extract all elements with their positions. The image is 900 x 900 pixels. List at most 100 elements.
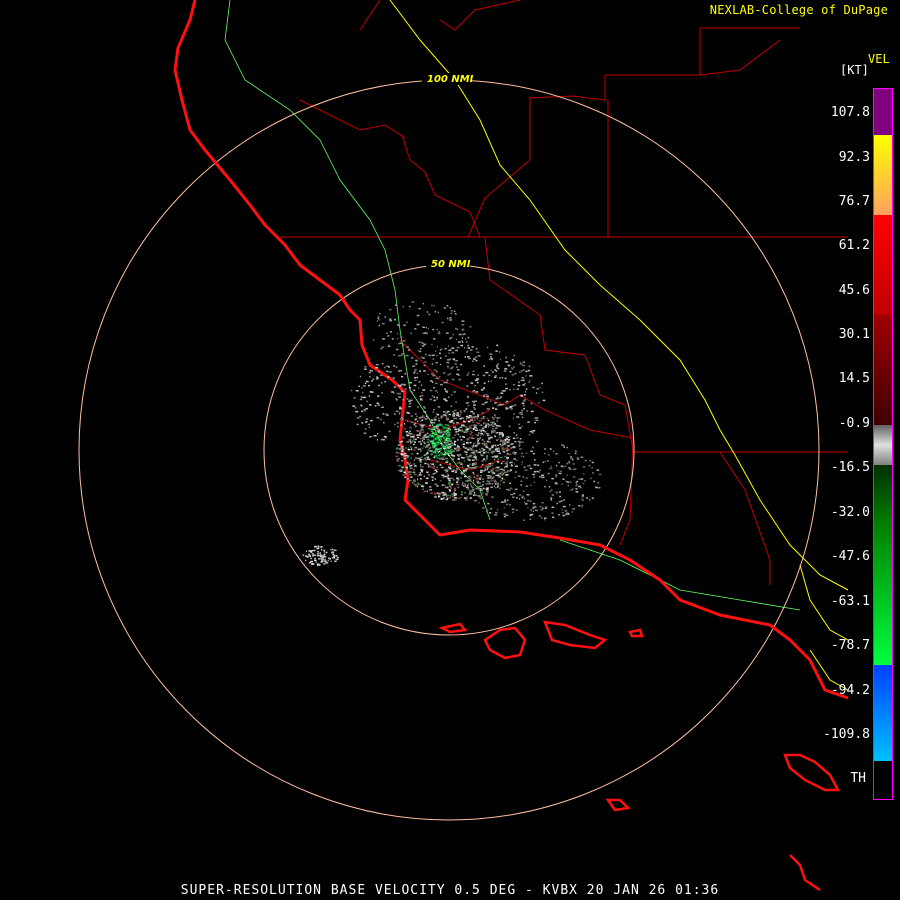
echo-pixel	[461, 324, 465, 326]
echo-pixel	[552, 516, 555, 519]
echo-pixel	[418, 474, 422, 476]
echo-pixel	[432, 467, 435, 470]
echo-pixel	[462, 341, 464, 343]
echo-pixel	[401, 445, 404, 448]
echo-pixel	[436, 448, 440, 450]
echo-pixel	[583, 473, 585, 475]
echo-pixel	[479, 478, 482, 480]
echo-pixel	[449, 428, 451, 431]
echo-pixel	[437, 391, 439, 394]
echo-pixel	[416, 420, 419, 422]
echo-pixel	[431, 476, 434, 478]
echo-pixel	[516, 459, 518, 462]
echo-pixel	[406, 461, 409, 464]
echo-pixel	[366, 420, 368, 423]
echo-pixel	[444, 446, 446, 448]
echo-pixel	[398, 457, 400, 460]
echo-pixel	[325, 562, 329, 564]
echo-pixel	[521, 409, 524, 412]
echo-pixel	[442, 437, 445, 439]
echo-pixel	[446, 418, 449, 420]
echo-pixel	[452, 333, 455, 336]
echo-pixel	[448, 413, 451, 416]
echo-pixel	[492, 444, 495, 446]
echo-pixel	[410, 448, 413, 451]
echo-pixel	[475, 450, 478, 452]
echo-pixel	[569, 504, 571, 506]
echo-pixel	[542, 461, 545, 464]
echo-pixel	[555, 492, 558, 494]
echo-pixel	[413, 423, 415, 426]
echo-pixel	[491, 431, 494, 433]
echo-pixel	[505, 356, 507, 359]
echo-pixel	[439, 449, 442, 451]
echo-pixel	[504, 377, 507, 380]
echo-pixel	[420, 468, 422, 471]
echo-pixel	[399, 336, 403, 338]
echo-pixel	[427, 417, 430, 420]
echo-pixel	[582, 466, 586, 468]
echo-pixel	[462, 468, 465, 471]
echo-pixel	[434, 390, 437, 392]
echo-pixel	[434, 472, 437, 474]
echo-pixel	[506, 457, 509, 459]
echo-pixel	[410, 415, 413, 417]
echo-pixel	[532, 507, 535, 509]
echo-pixel	[511, 374, 514, 376]
ring-label-50: 50 NMI	[431, 259, 471, 270]
echo-pixel	[369, 369, 372, 372]
echo-pixel	[387, 344, 390, 346]
echo-pixel	[413, 480, 416, 482]
echo-pixel	[465, 338, 467, 340]
echo-pixel	[486, 442, 488, 444]
echo-pixel	[567, 481, 569, 483]
echo-pixel	[469, 441, 472, 444]
echo-pixel	[463, 409, 466, 412]
echo-pixel	[363, 396, 367, 399]
echo-pixel	[550, 499, 552, 501]
echo-pixel	[457, 415, 461, 417]
echo-pixel	[443, 441, 446, 444]
echo-pixel	[398, 452, 401, 454]
echo-pixel	[569, 481, 572, 483]
echo-pixel	[397, 444, 401, 446]
echo-pixel	[474, 419, 477, 422]
echo-pixel	[420, 465, 422, 468]
echo-pixel	[423, 490, 427, 493]
echo-pixel	[396, 348, 399, 351]
echo-pixel	[541, 502, 544, 504]
echo-pixel	[492, 371, 494, 373]
echo-pixel	[435, 412, 438, 415]
echo-pixel	[378, 371, 380, 373]
units-label: [KT]	[840, 63, 869, 77]
echo-pixel	[396, 324, 400, 326]
echo-pixel	[368, 395, 371, 397]
echo-pixel	[490, 464, 493, 467]
echo-pixel	[409, 462, 411, 464]
echo-pixel	[474, 500, 477, 502]
echo-pixel	[469, 427, 472, 429]
echo-pixel	[443, 307, 446, 309]
echo-pixel	[352, 405, 356, 407]
echo-pixel	[476, 378, 479, 380]
echo-pixel	[305, 559, 307, 562]
echo-pixel	[499, 377, 502, 379]
echo-pixel	[493, 423, 495, 425]
echo-pixel	[491, 467, 495, 470]
echo-pixel	[475, 359, 478, 362]
echo-pixel	[426, 441, 430, 443]
echo-pixel	[454, 363, 457, 365]
echo-pixel	[485, 371, 489, 374]
echo-pixel	[432, 439, 435, 442]
echo-pixel	[444, 450, 446, 452]
echo-pixel	[396, 422, 399, 424]
echo-pixel	[460, 363, 463, 366]
echo-pixel	[414, 465, 417, 467]
echo-pixel	[314, 545, 317, 548]
echo-pixel	[561, 512, 564, 514]
product-caption: SUPER-RESOLUTION BASE VELOCITY 0.5 DEG -…	[180, 883, 720, 898]
echo-pixel	[448, 451, 452, 453]
echo-pixel	[402, 466, 404, 468]
echo-pixel	[561, 509, 563, 511]
echo-pixel	[402, 399, 404, 401]
